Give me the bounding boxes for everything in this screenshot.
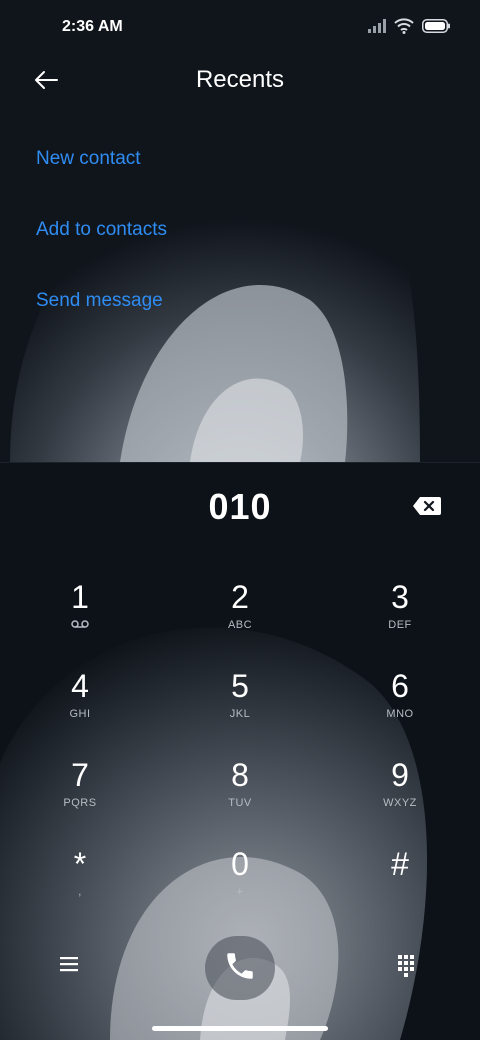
new-contact-button[interactable]: New contact — [36, 148, 141, 170]
key-letters: MNO — [386, 708, 414, 720]
dialer-bottom-bar — [0, 935, 480, 1005]
dialpad-toggle-button[interactable] — [394, 953, 420, 979]
key-0[interactable]: 0 + — [180, 845, 300, 925]
key-letters: ABC — [227, 619, 253, 631]
voicemail-icon — [20, 619, 140, 633]
key-3[interactable]: 3 DEF — [340, 578, 460, 658]
phone-icon — [223, 949, 257, 988]
key-letters: GHI — [69, 708, 91, 720]
key-letters: JKL — [229, 708, 251, 720]
home-indicator[interactable] — [152, 1026, 328, 1031]
key-digit: 9 — [391, 757, 409, 793]
add-to-contacts-button[interactable]: Add to contacts — [36, 219, 167, 241]
status-icons — [368, 17, 450, 39]
key-letters — [340, 886, 460, 900]
key-letters: WXYZ — [383, 797, 417, 809]
key-digit: 8 — [231, 757, 249, 793]
key-5[interactable]: 5 JKL — [180, 667, 300, 747]
key-digit: 1 — [71, 579, 89, 615]
header-bar: Recents — [0, 56, 480, 108]
key-digit: 5 — [231, 668, 249, 704]
page-title: Recents — [195, 66, 285, 93]
key-digit: 7 — [71, 757, 89, 793]
dialer-screen: 2:36 AM Recents New contact Add to conta… — [0, 0, 480, 1040]
status-time: 2:36 AM — [62, 18, 123, 35]
key-hash[interactable]: # — [340, 845, 460, 925]
key-letters: DEF — [388, 619, 412, 631]
key-4[interactable]: 4 GHI — [20, 667, 140, 747]
menu-icon — [58, 957, 80, 977]
key-star[interactable]: * , — [20, 845, 140, 925]
key-letters: + — [236, 886, 244, 898]
battery-icon — [422, 18, 450, 38]
wifi-icon — [394, 17, 414, 39]
key-1[interactable]: 1 — [20, 578, 140, 658]
call-button[interactable] — [205, 936, 275, 1000]
send-message-button[interactable]: Send message — [36, 290, 163, 312]
menu-button[interactable] — [58, 955, 88, 977]
dialpad-icon — [394, 955, 418, 983]
key-letters: PQRS — [63, 797, 97, 809]
key-7[interactable]: 7 PQRS — [20, 756, 140, 836]
key-digit: 4 — [71, 668, 89, 704]
dialed-number: 010 — [208, 486, 272, 527]
signal-icon — [368, 18, 386, 38]
key-6[interactable]: 6 MNO — [340, 667, 460, 747]
key-9[interactable]: 9 WXYZ — [340, 756, 460, 836]
backspace-icon — [412, 497, 442, 520]
key-digit: 2 — [231, 579, 249, 615]
key-digit: 3 — [391, 579, 409, 615]
key-8[interactable]: 8 TUV — [180, 756, 300, 836]
status-bar: 2:36 AM — [0, 0, 480, 56]
key-digit: # — [391, 846, 409, 882]
backspace-button[interactable] — [412, 496, 442, 518]
key-letters: TUV — [228, 797, 252, 809]
key-letters: , — [78, 886, 82, 898]
key-digit: 6 — [391, 668, 409, 704]
key-digit: * — [73, 846, 87, 882]
key-2[interactable]: 2 ABC — [180, 578, 300, 658]
key-digit: 0 — [231, 846, 249, 882]
